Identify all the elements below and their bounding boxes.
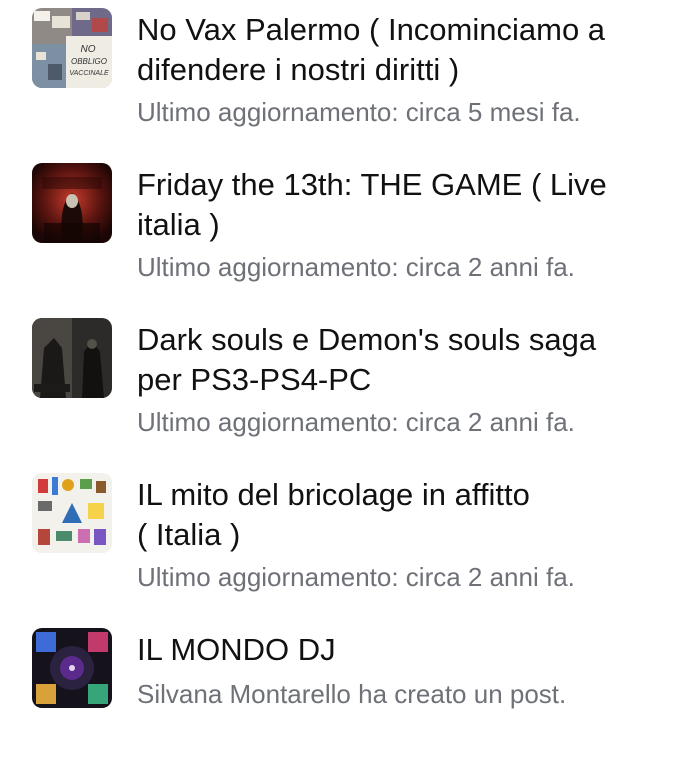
group-name: IL MONDO DJ xyxy=(137,630,670,670)
group-thumbnail xyxy=(32,473,112,553)
group-last-update: Ultimo aggiornamento: circa 2 anni fa. xyxy=(137,252,575,282)
group-last-activity: Silvana Montarello ha creato un post. xyxy=(137,679,567,709)
horror-game-cover-image xyxy=(32,163,112,243)
dark-fantasy-cover-image xyxy=(32,318,112,398)
group-name: No Vax Palermo ( Incominciamo a difender… xyxy=(137,10,670,90)
dj-collage-image xyxy=(32,628,112,708)
group-name-line2: italia ) xyxy=(137,207,220,242)
group-item-il-mondo-dj[interactable]: IL MONDO DJ Silvana Montarello ha creato… xyxy=(0,620,698,760)
group-name-line1: Friday the 13th: THE GAME ( Live xyxy=(137,167,607,202)
protest-collage-image: NO OBBLIGO VACCINALE xyxy=(32,8,112,88)
group-thumbnail: NO OBBLIGO VACCINALE xyxy=(32,8,112,88)
group-name: Friday the 13th: THE GAME ( Live italia … xyxy=(137,165,670,245)
thumb-text-no: NO xyxy=(81,44,96,55)
thumb-text-obbligo: OBBLIGO xyxy=(71,57,107,66)
group-item-bricolage[interactable]: IL mito del bricolage in affitto ( Itali… xyxy=(0,465,698,605)
group-name-line1: IL mito del bricolage in affitto xyxy=(137,477,530,512)
group-item-dark-souls[interactable]: Dark souls e Demon's souls saga per PS3-… xyxy=(0,310,698,450)
thumb-text-vaccinale: VACCINALE xyxy=(69,70,109,77)
group-name-line1: Dark souls e Demon's souls saga xyxy=(137,322,597,357)
group-last-update: Ultimo aggiornamento: circa 5 mesi fa. xyxy=(137,97,581,127)
group-item-friday-the-13th[interactable]: Friday the 13th: THE GAME ( Live italia … xyxy=(0,155,698,295)
group-thumbnail xyxy=(32,628,112,708)
tools-collage-image xyxy=(32,473,112,553)
group-name-line1: IL MONDO DJ xyxy=(137,632,336,667)
group-thumbnail xyxy=(32,318,112,398)
group-name: IL mito del bricolage in affitto ( Itali… xyxy=(137,475,670,555)
group-item-no-vax-palermo[interactable]: NO OBBLIGO VACCINALE No Vax Palermo ( In… xyxy=(0,0,698,140)
group-last-update: Ultimo aggiornamento: circa 2 anni fa. xyxy=(137,407,575,437)
group-name-line2: ( Italia ) xyxy=(137,517,241,552)
group-name-line1: No Vax Palermo ( Incominciamo a xyxy=(137,12,606,47)
group-name-line2: per PS3-PS4-PC xyxy=(137,362,372,397)
group-name: Dark souls e Demon's souls saga per PS3-… xyxy=(137,320,670,400)
group-thumbnail xyxy=(32,163,112,243)
group-list: NO OBBLIGO VACCINALE No Vax Palermo ( In… xyxy=(0,0,698,718)
group-last-update: Ultimo aggiornamento: circa 2 anni fa. xyxy=(137,562,575,592)
group-name-line2: difendere i nostri diritti ) xyxy=(137,52,460,87)
